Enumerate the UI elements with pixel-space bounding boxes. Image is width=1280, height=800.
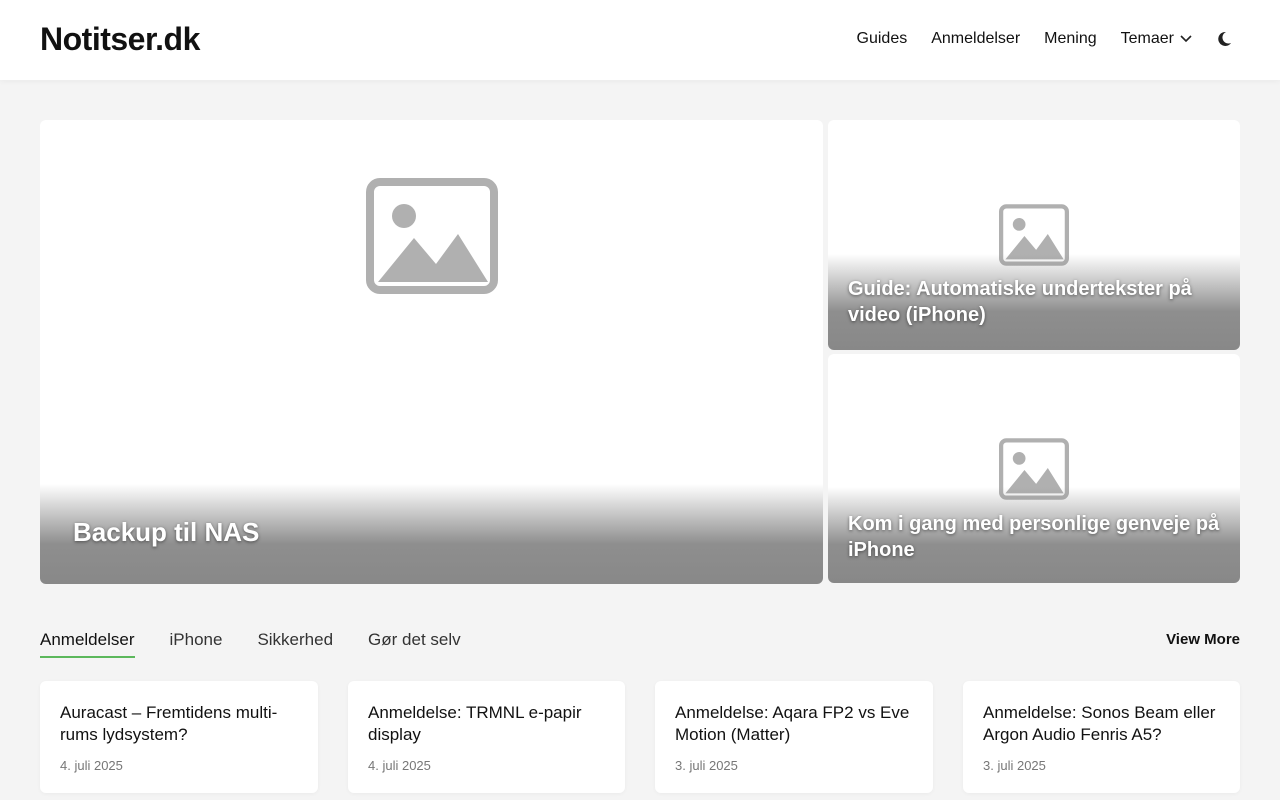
- post-title[interactable]: Anmeldelse: Sonos Beam eller Argon Audio…: [983, 702, 1220, 746]
- hero-main-title[interactable]: Backup til NAS: [73, 517, 259, 548]
- nav-temaer-label: Temaer: [1120, 30, 1174, 47]
- dark-mode-moon-icon[interactable]: [1216, 31, 1232, 47]
- post-title[interactable]: Anmeldelse: TRMNL e-papir display: [368, 702, 605, 746]
- nav-anmeldelser[interactable]: Anmeldelser: [931, 30, 1020, 48]
- post-card[interactable]: Auracast – Fremtidens multi-rums lydsyst…: [40, 681, 318, 793]
- tab-sikkerhed[interactable]: Sikkerhed: [257, 630, 333, 658]
- category-tabs: Anmeldelser iPhone Sikkerhed Gør det sel…: [40, 630, 461, 658]
- hero-side-card[interactable]: Guide: Automatiske undertekster på video…: [828, 120, 1240, 350]
- hero-side-title[interactable]: Guide: Automatiske undertekster på video…: [848, 276, 1220, 328]
- hero-side-overlay: Guide: Automatiske undertekster på video…: [828, 254, 1240, 350]
- post-card[interactable]: Anmeldelse: Sonos Beam eller Argon Audio…: [963, 681, 1240, 793]
- view-more-link[interactable]: View More: [1166, 631, 1240, 648]
- main-nav: Guides Anmeldelser Mening Temaer: [857, 30, 1232, 48]
- tab-anmeldelser[interactable]: Anmeldelser: [40, 630, 135, 658]
- post-title[interactable]: Auracast – Fremtidens multi-rums lydsyst…: [60, 702, 298, 746]
- image-placeholder-icon: [365, 178, 498, 294]
- hero-side-card[interactable]: Kom i gang med personlige genveje på iPh…: [828, 354, 1240, 583]
- tab-gor-det-selv[interactable]: Gør det selv: [368, 630, 461, 658]
- post-date: 3. juli 2025: [675, 758, 738, 773]
- tab-iphone[interactable]: iPhone: [170, 630, 223, 658]
- post-date: 3. juli 2025: [983, 758, 1046, 773]
- hero-side-title[interactable]: Kom i gang med personlige genveje på iPh…: [848, 511, 1220, 563]
- nav-guides[interactable]: Guides: [857, 30, 908, 48]
- chevron-down-icon: [1180, 35, 1192, 43]
- site-logo[interactable]: Notitser.dk: [40, 21, 200, 58]
- site-header: Notitser.dk Guides Anmeldelser Mening Te…: [0, 0, 1280, 80]
- post-card[interactable]: Anmeldelse: Aqara FP2 vs Eve Motion (Mat…: [655, 681, 933, 793]
- hero-main-card[interactable]: Backup til NAS: [40, 120, 823, 584]
- nav-temaer[interactable]: Temaer: [1121, 30, 1192, 48]
- hero-side-overlay: Kom i gang med personlige genveje på iPh…: [828, 487, 1240, 583]
- post-title[interactable]: Anmeldelse: Aqara FP2 vs Eve Motion (Mat…: [675, 702, 913, 746]
- hero-main-overlay: Backup til NAS: [40, 484, 823, 584]
- post-date: 4. juli 2025: [368, 758, 431, 773]
- nav-mening[interactable]: Mening: [1044, 30, 1096, 48]
- post-card[interactable]: Anmeldelse: TRMNL e-papir display 4. juli…: [348, 681, 625, 793]
- post-date: 4. juli 2025: [60, 758, 123, 773]
